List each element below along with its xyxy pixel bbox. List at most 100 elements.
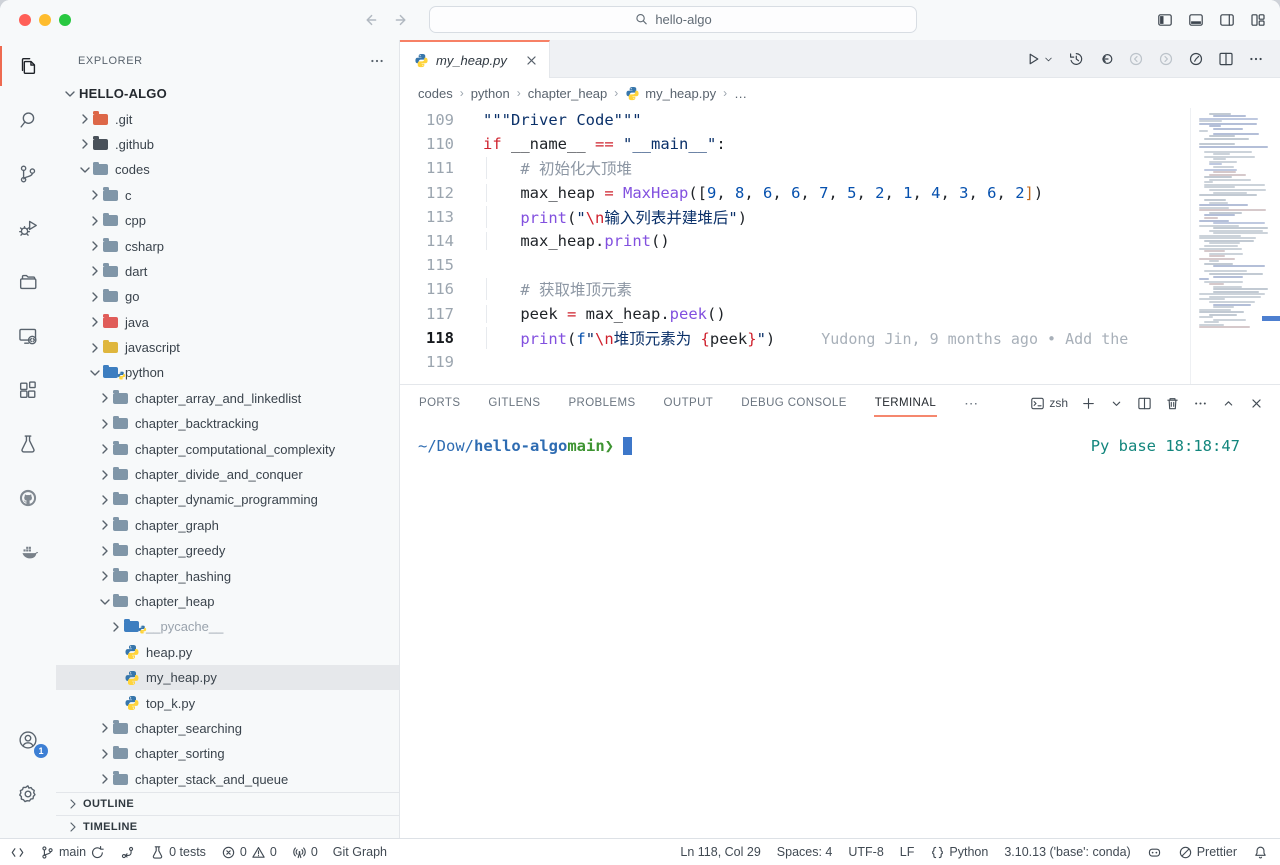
open-changes-icon[interactable] — [1098, 51, 1114, 67]
activity-item-run-and-debug[interactable] — [0, 204, 56, 252]
tree-item-chapter-searching[interactable]: chapter_searching — [56, 716, 399, 741]
tree-item-github[interactable]: .github — [56, 132, 399, 157]
activity-item-folders[interactable] — [0, 258, 56, 306]
status-gitlens-status[interactable] — [120, 845, 135, 860]
zoom-window-button[interactable] — [59, 14, 71, 26]
tree-item-chapter-array-and-linkedlist[interactable]: chapter_array_and_linkedlist — [56, 386, 399, 411]
tree-item-java[interactable]: java — [56, 310, 399, 335]
customize-layout-icon[interactable] — [1250, 12, 1266, 28]
panel-tab-gitlens[interactable]: GITLENS — [487, 388, 541, 418]
tree-item-csharp[interactable]: csharp — [56, 233, 399, 258]
activity-item-github[interactable] — [0, 474, 56, 522]
maximize-panel[interactable] — [1221, 396, 1236, 411]
status-git-graph[interactable]: Git Graph — [333, 845, 387, 859]
tree-item-pycache[interactable]: __pycache__ — [56, 614, 399, 639]
minimize-window-button[interactable] — [39, 14, 51, 26]
editor-more-actions-icon[interactable] — [1248, 51, 1264, 67]
activity-item-docker[interactable] — [0, 528, 56, 576]
breadcrumb-item[interactable]: chapter_heap — [528, 86, 608, 101]
close-tab-icon[interactable] — [524, 53, 539, 68]
code-line-116[interactable]: 116 # 获取堆顶元素 — [400, 277, 1280, 301]
tree-item-cpp[interactable]: cpp — [56, 208, 399, 233]
code-line-113[interactable]: 113 print("\n输入列表并建堆后") — [400, 205, 1280, 229]
terminal-shell[interactable]: zsh — [1030, 396, 1068, 411]
command-center-search[interactable]: hello-algo — [429, 6, 917, 33]
run-dropdown-icon[interactable] — [1043, 53, 1054, 64]
status-indentation[interactable]: Spaces: 4 — [777, 845, 833, 859]
toggle-secondary-sidebar-icon[interactable] — [1219, 12, 1235, 28]
close-panel[interactable] — [1249, 396, 1264, 411]
panel-more-tabs[interactable]: ⋯ — [963, 386, 981, 421]
status-test-status[interactable]: 0 tests — [150, 845, 206, 860]
close-window-button[interactable] — [19, 14, 31, 26]
tree-item-git[interactable]: .git — [56, 106, 399, 131]
accounts-item[interactable]: 1 — [0, 716, 56, 764]
tree-item-heap-py[interactable]: heap.py — [56, 640, 399, 665]
panel-tab-terminal[interactable]: TERMINAL — [874, 388, 937, 418]
settings-item[interactable] — [0, 770, 56, 818]
panel-tab-debug-console[interactable]: DEBUG CONSOLE — [740, 388, 848, 418]
code-line-114[interactable]: 114 max_heap.print() — [400, 229, 1280, 253]
code-line-118[interactable]: 118 print(f"\n堆顶元素为 {peek}")Yudong Jin, … — [400, 326, 1280, 350]
minimap[interactable] — [1190, 108, 1280, 384]
run-python-file-button[interactable] — [1025, 51, 1054, 67]
panel-tab-ports[interactable]: PORTS — [418, 388, 461, 418]
tree-item-chapter-greedy[interactable]: chapter_greedy — [56, 538, 399, 563]
new-terminal[interactable] — [1081, 396, 1096, 411]
split-editor-icon[interactable] — [1218, 51, 1234, 67]
split-terminal[interactable] — [1137, 396, 1152, 411]
status-notifications[interactable] — [1253, 845, 1268, 860]
tree-item-chapter-divide-and-conquer[interactable]: chapter_divide_and_conquer — [56, 462, 399, 487]
panel-more-actions[interactable] — [1193, 396, 1208, 411]
navigate-back-icon[interactable] — [362, 12, 378, 28]
status-prettier[interactable]: Prettier — [1178, 845, 1237, 860]
tree-item-chapter-heap[interactable]: chapter_heap — [56, 589, 399, 614]
code-editor[interactable]: 109"""Driver Code"""110if __name__ == "_… — [400, 108, 1280, 384]
tree-item-chapter-dynamic-programming[interactable]: chapter_dynamic_programming — [56, 487, 399, 512]
tree-item-javascript[interactable]: javascript — [56, 335, 399, 360]
panel-tab-problems[interactable]: PROBLEMS — [567, 388, 636, 418]
tab-my-heap-py[interactable]: my_heap.py — [400, 40, 550, 78]
breadcrumb-item[interactable]: my_heap.py — [625, 86, 716, 101]
tree-item-chapter-computational-complexity[interactable]: chapter_computational_complexity — [56, 436, 399, 461]
activity-item-search[interactable] — [0, 96, 56, 144]
tree-item-c[interactable]: c — [56, 183, 399, 208]
tree-item-codes[interactable]: codes — [56, 157, 399, 182]
status-cursor-position[interactable]: Ln 118, Col 29 — [680, 845, 760, 859]
code-line-117[interactable]: 117 peek = max_heap.peek() — [400, 302, 1280, 326]
code-line-112[interactable]: 112 max_heap = MaxHeap([9, 8, 6, 6, 7, 5… — [400, 181, 1280, 205]
tree-item-dart[interactable]: dart — [56, 259, 399, 284]
toggle-panel-icon[interactable] — [1188, 12, 1204, 28]
code-line-111[interactable]: 111 # 初始化大顶堆 — [400, 156, 1280, 180]
timeline-section[interactable]: TIMELINE — [56, 815, 399, 838]
breadcrumb-item[interactable]: … — [734, 86, 747, 101]
status-eol[interactable]: LF — [900, 845, 915, 859]
terminal-picker-dropdown[interactable] — [1109, 396, 1124, 411]
explorer-more-actions-icon[interactable] — [369, 53, 385, 69]
status-python-interpreter[interactable]: 3.10.13 ('base': conda) — [1004, 845, 1130, 859]
panel-tab-output[interactable]: OUTPUT — [663, 388, 715, 418]
outline-section[interactable]: OUTLINE — [56, 792, 399, 815]
activity-item-source-control[interactable] — [0, 150, 56, 198]
tree-item-chapter-backtracking[interactable]: chapter_backtracking — [56, 411, 399, 436]
kill-terminal[interactable] — [1165, 396, 1180, 411]
code-line-109[interactable]: 109"""Driver Code""" — [400, 108, 1280, 132]
status-ports-status[interactable]: 0 — [292, 845, 318, 860]
activity-item-testing[interactable] — [0, 420, 56, 468]
status-branch-status[interactable]: main — [40, 845, 105, 860]
tree-item-top-k-py[interactable]: top_k.py — [56, 690, 399, 715]
status-copilot[interactable] — [1147, 845, 1162, 860]
tree-item-go[interactable]: go — [56, 284, 399, 309]
terminal[interactable]: ~/Dow/hello-algo main ❯ Py base 18:18:47 — [400, 421, 1280, 838]
breadcrumb-item[interactable]: python — [471, 86, 510, 101]
tree-item-chapter-hashing[interactable]: chapter_hashing — [56, 563, 399, 588]
tree-item-python[interactable]: python — [56, 360, 399, 385]
status-problems-status[interactable]: 00 — [221, 845, 277, 860]
activity-item-remote-explorer[interactable] — [0, 312, 56, 360]
commit-graph-icon[interactable] — [1188, 51, 1204, 67]
code-line-115[interactable]: 115 — [400, 253, 1280, 277]
tree-item-my-heap-py[interactable]: my_heap.py — [56, 665, 399, 690]
status-remote-indicator[interactable] — [10, 845, 25, 860]
navigate-forward-icon[interactable] — [394, 12, 410, 28]
breadcrumbs[interactable]: codes›python›chapter_heap›my_heap.py›… — [400, 78, 1280, 108]
